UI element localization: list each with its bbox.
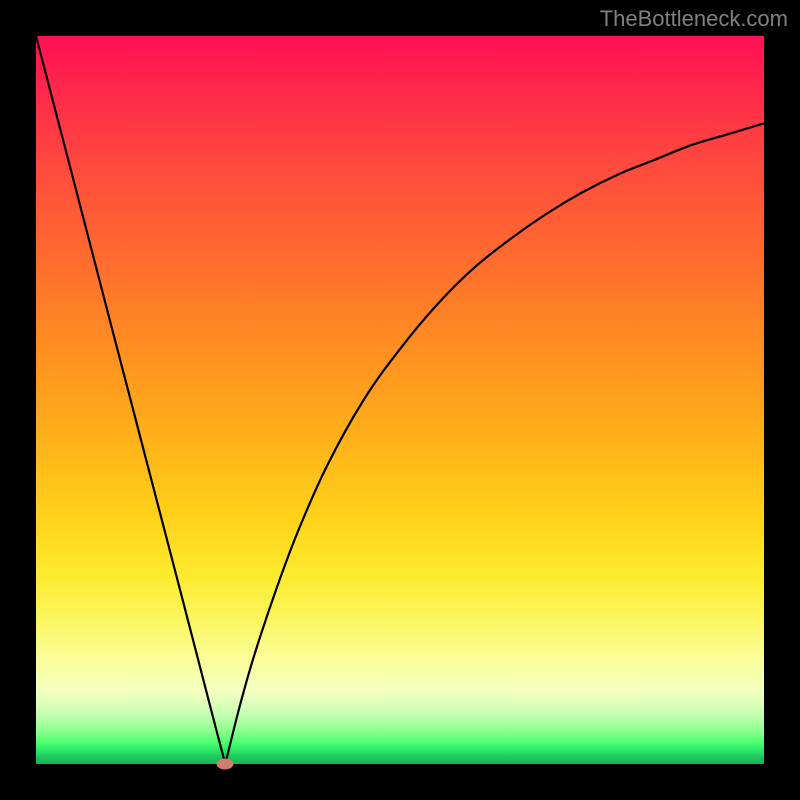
chart-frame: TheBottleneck.com (0, 0, 800, 800)
bottleneck-curve (36, 36, 764, 764)
curve-path (36, 36, 764, 764)
watermark-text: TheBottleneck.com (600, 6, 788, 32)
plot-area (36, 36, 764, 764)
minimum-marker (217, 759, 234, 770)
